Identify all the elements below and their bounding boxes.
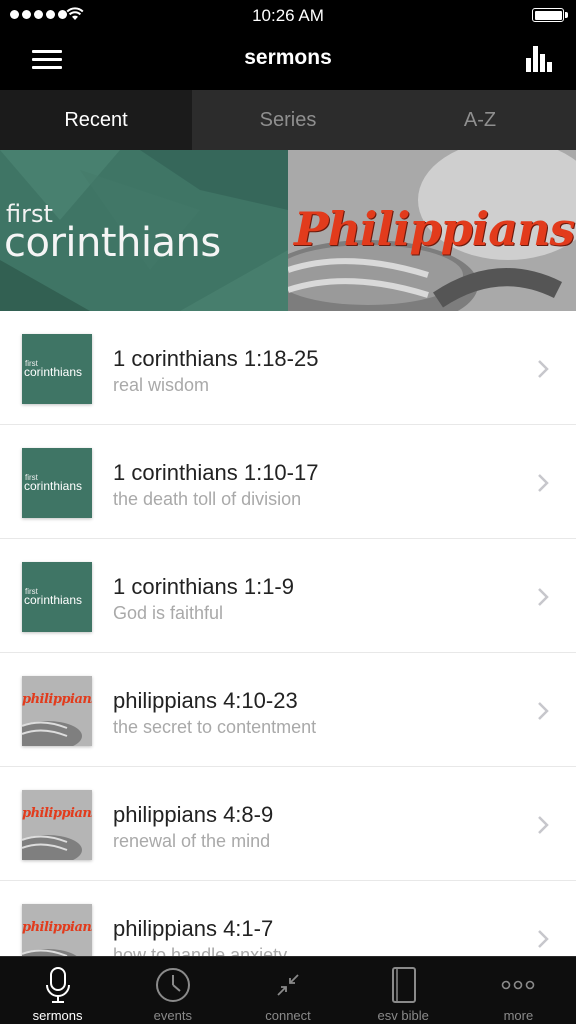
status-bar: 10:26 AM — [0, 0, 576, 30]
list-item[interactable]: first corinthians 1 corinthians 1:1-9 Go… — [0, 539, 576, 653]
tabbar-label: events — [153, 1008, 192, 1023]
sermon-thumbnail: philippians — [22, 676, 92, 746]
tabbar-sermons[interactable]: sermons — [0, 957, 115, 1024]
bar-chart-icon[interactable] — [526, 46, 554, 72]
banner-cor-line2: corinthians — [4, 220, 221, 266]
sermon-thumbnail: first corinthians — [22, 448, 92, 518]
thumb-line2: corinthians — [24, 593, 83, 607]
chevron-right-icon — [538, 360, 549, 378]
chevron-right-icon — [538, 588, 549, 606]
sermon-title: philippians 4:1-7 — [113, 916, 274, 941]
list-item[interactable]: philippians philippians 4:8-9 renewal of… — [0, 767, 576, 881]
sermon-title: 1 corinthians 1:1-9 — [113, 574, 294, 599]
status-time: 10:26 AM — [252, 6, 324, 25]
sermon-subtitle: God is faithful — [113, 603, 224, 623]
list-item[interactable]: first corinthians 1 corinthians 1:18-25 … — [0, 311, 576, 425]
list-item[interactable]: philippians philippians 4:10-23 the secr… — [0, 653, 576, 767]
thumb-rope-image — [22, 676, 92, 746]
sermon-thumbnail: philippians — [22, 790, 92, 860]
chevron-right-icon — [538, 816, 549, 834]
tab-series[interactable]: Series — [192, 90, 384, 150]
clock-icon — [155, 968, 190, 1002]
nav-bar: sermons — [0, 30, 576, 90]
sermon-title: 1 corinthians 1:10-17 — [113, 460, 319, 485]
list-item[interactable]: first corinthians 1 corinthians 1:10-17 … — [0, 425, 576, 539]
sermon-subtitle: the secret to contentment — [113, 717, 317, 737]
sermon-subtitle: the death toll of division — [113, 489, 302, 509]
battery-icon — [532, 8, 568, 22]
chevron-right-icon — [538, 930, 549, 948]
thumb-line1: philippians — [22, 692, 92, 707]
sermon-subtitle: real wisdom — [113, 375, 210, 395]
page-title: sermons — [244, 46, 332, 69]
sermon-thumbnail: first corinthians — [22, 562, 92, 632]
thumb-line1: philippians — [22, 920, 92, 935]
sermon-title: philippians 4:8-9 — [113, 802, 274, 827]
banner-phil-title: Philippians — [294, 202, 575, 256]
sermon-subtitle: how to handle anxiety — [113, 945, 288, 956]
book-icon — [392, 967, 417, 1003]
chevron-right-icon — [538, 702, 549, 720]
microphone-icon — [45, 967, 70, 1003]
list-item[interactable]: philippians philippians 4:1-7 how to han… — [0, 881, 576, 956]
tabbar-connect[interactable]: connect — [230, 957, 345, 1024]
sermon-title: philippians 4:10-23 — [113, 688, 298, 713]
tabbar-label: esv bible — [377, 1008, 429, 1023]
thumb-line1: philippians — [22, 806, 92, 821]
tab-recent[interactable]: Recent — [0, 90, 192, 150]
tabbar-label: more — [503, 1008, 534, 1023]
banner-philippians[interactable]: Philippians — [288, 150, 576, 311]
tabbar-esv-bible[interactable]: esv bible — [346, 957, 461, 1024]
thumb-line2: corinthians — [24, 365, 83, 379]
segmented-tabs: Recent Series A-Z — [0, 90, 576, 150]
sermon-title: 1 corinthians 1:18-25 — [113, 346, 319, 371]
sermon-thumbnail: first corinthians — [22, 334, 92, 404]
sermon-list: first corinthians 1 corinthians 1:18-25 … — [0, 311, 576, 956]
banner-first-corinthians[interactable]: first corinthians — [0, 150, 288, 311]
tabbar-events[interactable]: events — [115, 957, 230, 1024]
sermon-thumbnail: philippians — [22, 904, 92, 956]
more-dots-icon — [502, 980, 535, 990]
tabbar-label: sermons — [32, 1008, 83, 1023]
tabbar-label: connect — [265, 1008, 311, 1023]
sermon-subtitle: renewal of the mind — [113, 831, 271, 851]
thumb-line2: corinthians — [24, 479, 83, 493]
connect-arrows-icon — [277, 974, 299, 996]
bottom-tab-bar: sermons events connect esv bible more — [0, 956, 576, 1024]
tab-a-z[interactable]: A-Z — [384, 90, 576, 150]
thumb-rope-image — [22, 790, 92, 860]
tabbar-more[interactable]: more — [461, 957, 576, 1024]
chevron-right-icon — [538, 474, 549, 492]
series-banners: first corinthians Philippians — [0, 150, 576, 311]
